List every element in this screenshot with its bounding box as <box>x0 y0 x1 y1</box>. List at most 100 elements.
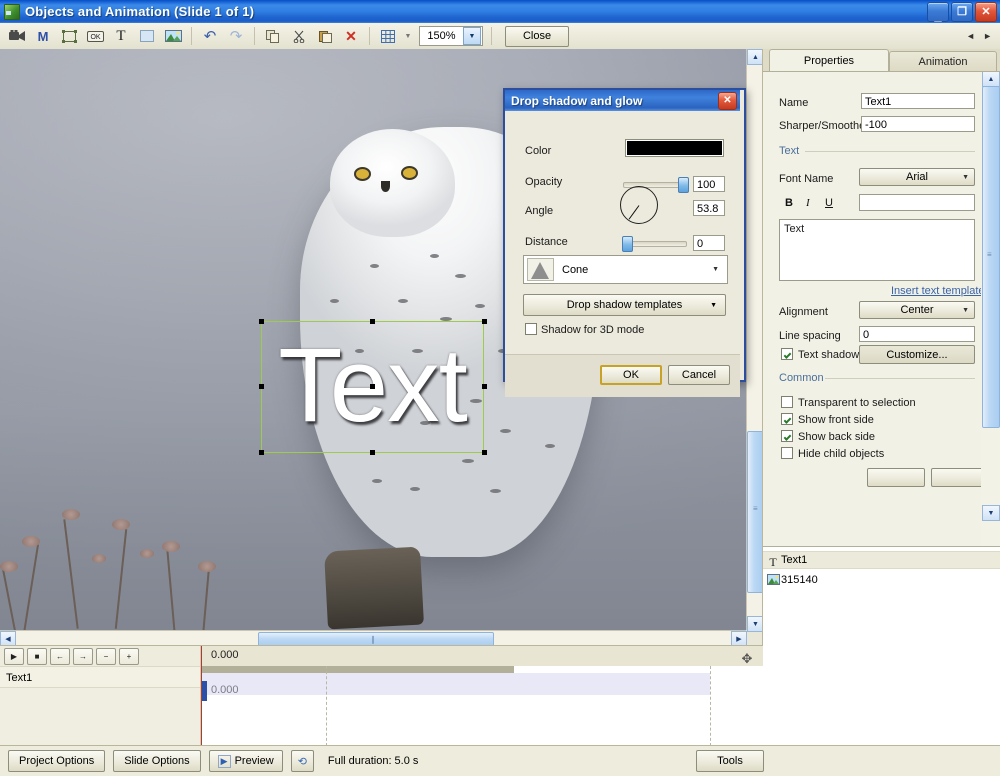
selection-box[interactable] <box>259 319 487 455</box>
camera-icon[interactable] <box>4 24 30 48</box>
copy-icon[interactable] <box>260 24 286 48</box>
close-editor-button[interactable]: Close <box>505 25 569 47</box>
font-name-combo[interactable]: Arial ▼ <box>859 168 975 186</box>
canvas-vertical-scrollbar[interactable]: ▲ ≡ ▼ <box>746 49 764 632</box>
chevron-down-icon[interactable]: ▼ <box>463 27 481 45</box>
alignment-combo[interactable]: Center ▼ <box>859 301 975 319</box>
button-icon[interactable]: OK <box>82 24 108 48</box>
italic-button[interactable]: I <box>806 197 810 209</box>
redo-icon[interactable]: ↷ <box>223 24 249 48</box>
stop-button[interactable]: ■ <box>27 647 47 665</box>
insert-text-template-link[interactable]: Insert text template <box>891 285 985 297</box>
handle-bottom-right[interactable] <box>482 450 487 455</box>
properties-scroll-up-icon[interactable]: ▲ <box>982 72 1000 87</box>
hide-child-objects-checkbox[interactable] <box>781 447 793 459</box>
frame-icon[interactable] <box>56 24 82 48</box>
rectangle-icon[interactable] <box>134 24 160 48</box>
bold-button[interactable]: B <box>785 197 793 209</box>
shadow-shape-combo[interactable]: Cone ▼ <box>523 255 728 284</box>
distance-slider-thumb[interactable] <box>622 236 633 252</box>
dialog-close-button[interactable]: ✕ <box>718 91 737 110</box>
next-slide-icon[interactable]: ► <box>983 31 992 41</box>
handle-bottom-center[interactable] <box>370 450 375 455</box>
tools-button[interactable]: Tools <box>696 750 764 772</box>
opacity-input[interactable]: 100 <box>693 176 725 192</box>
timeline-row-label[interactable]: Text1 <box>0 666 200 688</box>
text-icon[interactable]: T <box>108 24 134 48</box>
cut-icon[interactable] <box>286 24 312 48</box>
grid-icon[interactable] <box>375 24 401 48</box>
handle-top-center[interactable] <box>370 319 375 324</box>
image-icon[interactable] <box>160 24 186 48</box>
undo-icon[interactable]: ↶ <box>197 24 223 48</box>
line-spacing-input[interactable]: 0 <box>859 326 975 342</box>
tab-animation[interactable]: Animation <box>889 51 997 72</box>
color-swatch[interactable] <box>625 139 724 157</box>
list-item-315140[interactable]: 315140 <box>763 571 1000 589</box>
minimize-icon: _ <box>934 7 942 23</box>
timeline-row-names: Text1 <box>0 666 200 746</box>
properties-scrollbar[interactable]: ▲ ≡ ▼ <box>981 72 1000 547</box>
properties-scroll-thumb[interactable]: ≡ <box>982 86 1000 428</box>
ok-button[interactable]: OK <box>600 365 662 385</box>
project-options-button[interactable]: Project Options <box>8 750 106 772</box>
timeline-track-text1[interactable]: 0.000 <box>201 673 710 701</box>
handle-middle-left[interactable] <box>259 384 264 389</box>
handle-bottom-left[interactable] <box>259 450 264 455</box>
zoom-out-button[interactable]: − <box>96 647 116 665</box>
panel-button-left[interactable] <box>867 468 925 487</box>
handle-top-right[interactable] <box>482 319 487 324</box>
font-style-input[interactable] <box>859 194 975 211</box>
timeline-ruler[interactable]: 0.000 <box>200 646 763 666</box>
delete-icon[interactable]: ✕ <box>338 24 364 48</box>
minimize-button[interactable]: _ <box>927 1 949 23</box>
list-item-text1[interactable]: T Text1 <box>763 551 1000 569</box>
loop-icon: ⟲ <box>297 755 307 768</box>
restore-button[interactable]: ❐ <box>951 1 973 22</box>
move-icon[interactable]: ✥ <box>738 650 756 668</box>
prev-slide-icon[interactable]: ◄ <box>966 31 975 41</box>
text-shadow-checkbox[interactable] <box>781 348 793 360</box>
sharper-smoother-input[interactable]: -100 <box>861 116 975 132</box>
zoom-in-button[interactable]: + <box>119 647 139 665</box>
slide-options-button[interactable]: Slide Options <box>113 750 201 772</box>
zoom-combo[interactable]: 150% ▼ <box>419 26 483 46</box>
line-spacing-label: Line spacing <box>779 330 841 342</box>
cancel-button[interactable]: Cancel <box>668 365 730 385</box>
handle-top-left[interactable] <box>259 319 264 324</box>
prev-keyframe-button[interactable]: ← <box>50 647 70 665</box>
loop-button[interactable]: ⟲ <box>290 750 314 772</box>
show-front-side-checkbox[interactable] <box>781 413 793 425</box>
preview-icon: ▶ <box>217 754 231 768</box>
angle-input[interactable]: 53.8 <box>693 200 725 216</box>
name-input[interactable]: Text1 <box>861 93 975 109</box>
canvas-horizontal-scrollbar[interactable]: ◀ ∥ ▶ <box>0 630 747 647</box>
drop-shadow-templates-button[interactable]: Drop shadow templates ▼ <box>523 294 726 316</box>
opacity-slider-thumb[interactable] <box>678 177 689 193</box>
transparent-to-selection-checkbox[interactable] <box>781 396 793 408</box>
show-back-side-label: Show back side <box>798 431 876 443</box>
font-name-label: Font Name <box>779 173 834 185</box>
owl-perch <box>324 546 424 630</box>
tab-properties[interactable]: Properties <box>769 49 889 72</box>
objects-list[interactable]: T Text1 315140 <box>763 546 1000 746</box>
handle-middle-right[interactable] <box>482 384 487 389</box>
mask-icon[interactable]: M <box>30 24 56 48</box>
show-back-side-checkbox[interactable] <box>781 430 793 442</box>
close-button[interactable]: ✕ <box>975 1 997 22</box>
timeline-playhead[interactable] <box>201 646 202 746</box>
customize-shadow-button[interactable]: Customize... <box>859 345 975 364</box>
shadow-3d-checkbox[interactable] <box>525 323 537 335</box>
preview-button[interactable]: ▶ Preview <box>208 750 283 772</box>
grid-dropdown-icon[interactable]: ▼ <box>401 24 415 48</box>
paste-icon[interactable] <box>312 24 338 48</box>
play-button[interactable]: ▶ <box>4 647 24 665</box>
text-content-textarea[interactable]: Text <box>779 219 975 281</box>
angle-dial[interactable] <box>620 186 658 224</box>
timeline-grid[interactable]: 0.000 <box>200 646 763 746</box>
handle-center[interactable] <box>370 384 375 389</box>
properties-scroll-down-icon[interactable]: ▼ <box>982 505 1000 521</box>
distance-input[interactable]: 0 <box>693 235 725 251</box>
underline-button[interactable]: U <box>825 197 833 209</box>
next-keyframe-button[interactable]: → <box>73 647 93 665</box>
